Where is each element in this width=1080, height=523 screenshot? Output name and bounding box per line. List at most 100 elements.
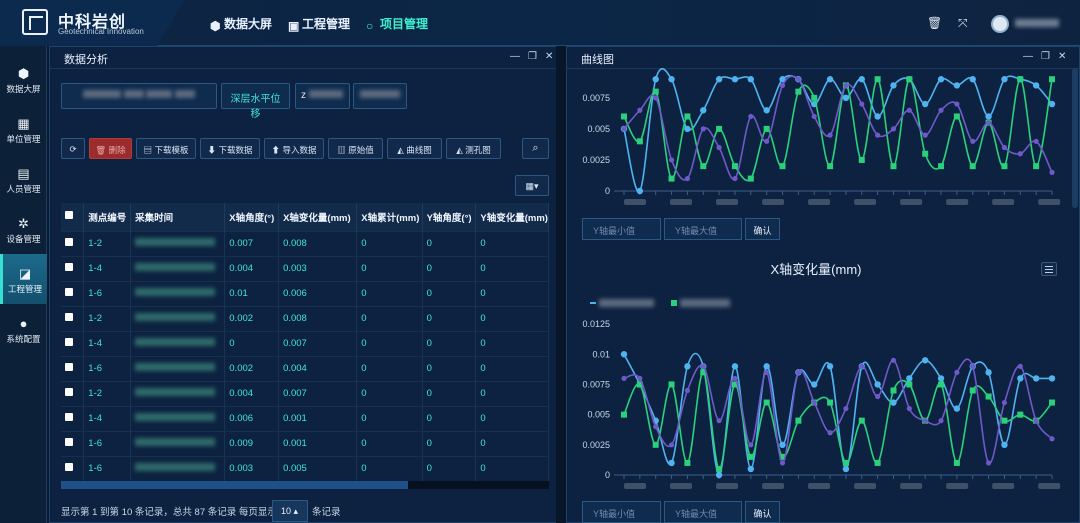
data-point (827, 163, 834, 170)
search-button[interactable]: ⌕ (522, 138, 549, 159)
horizontal-scrollbar[interactable] (61, 481, 549, 489)
row-checkbox[interactable] (61, 430, 85, 456)
data-point (938, 418, 944, 424)
point-select[interactable]: z (295, 83, 350, 109)
download-template-button[interactable]: ▤ 下载模板 (136, 138, 196, 159)
page-size-select[interactable]: 10 ▴ (272, 500, 308, 522)
trash-icon[interactable]: 🗑 (927, 16, 942, 30)
y-max-input-1[interactable]: Y轴最大值 (664, 218, 742, 240)
menu-icon[interactable] (1041, 262, 1057, 276)
hole-button[interactable]: ◭ 测孔图 (446, 138, 501, 159)
cell-value: 0.001 (278, 430, 358, 456)
vertical-scrollbar[interactable] (1072, 68, 1078, 208)
col-time[interactable]: 采集时间 (130, 203, 226, 231)
date-select[interactable] (353, 83, 407, 109)
sidebar-item-data-screen[interactable]: ⬢ 数据大屏 (0, 54, 47, 104)
minimize-icon[interactable]: — (510, 51, 520, 62)
logo: 中科岩创 Geotechnical Innovation (0, 0, 185, 46)
raw-values-button[interactable]: ▥ 原始值 (328, 138, 383, 159)
table-row[interactable]: 1-4 0.004 0.003 0 0 0 (61, 255, 549, 281)
refresh-button[interactable]: ⟳ (61, 138, 85, 159)
chart-legend[interactable] (590, 297, 731, 309)
nav-project[interactable]: ○ 项目管理 (366, 15, 428, 33)
row-checkbox[interactable] (61, 255, 85, 281)
table-row[interactable]: 1-2 0.004 0.007 0 0 0 (61, 380, 549, 406)
cell-value: 0 (422, 280, 477, 306)
avatar[interactable] (991, 15, 1009, 33)
data-point (1048, 100, 1056, 108)
sidebar-item-engineering[interactable]: ◪ 工程管理 (0, 254, 47, 304)
table-row[interactable]: 1-2 0.007 0.008 0 0 0 (61, 230, 549, 256)
minimize-icon[interactable]: — (1023, 51, 1033, 62)
table-row[interactable]: 1-6 0.01 0.006 0 0 0 (61, 280, 549, 306)
fullscreen-icon[interactable]: ⤧ (958, 16, 968, 31)
col-x-total[interactable]: X轴累计(mm) (356, 203, 423, 231)
sidebar-item-unit[interactable]: ▦ 单位管理 (0, 104, 47, 154)
cell-value: 0 (356, 380, 423, 406)
y-min-input-1[interactable]: Y轴最小值 (582, 218, 661, 240)
maximize-icon[interactable]: ❐ (1041, 51, 1050, 62)
confirm-button-2[interactable]: 确认 (745, 501, 780, 523)
scroll-thumb[interactable] (61, 481, 408, 489)
row-checkbox[interactable] (61, 230, 85, 256)
sidebar-item-personnel[interactable]: ▤ 人员管理 (0, 154, 47, 204)
row-checkbox[interactable] (61, 280, 85, 306)
nav-engineering[interactable]: ▣ 工程管理 (288, 15, 350, 33)
close-icon[interactable]: ✕ (545, 51, 553, 62)
row-checkbox[interactable] (61, 405, 85, 431)
col-y-change[interactable]: Y轴变化量(mm) (475, 203, 549, 231)
curve-button[interactable]: ◭ 曲线图 (387, 138, 442, 159)
table-row[interactable]: 1-4 0 0.007 0 0 0 (61, 330, 549, 356)
data-point (954, 101, 960, 107)
delete-button[interactable]: 🗑 删除 (89, 138, 132, 159)
confirm-button-1[interactable]: 确认 (745, 218, 780, 240)
table-row[interactable]: 1-4 0.006 0.001 0 0 0 (61, 405, 549, 431)
sidebar: ⬢ 数据大屏 ▦ 单位管理 ▤ 人员管理 ✲ 设备管理 ◪ 工程管理 ● 系统配置 (0, 46, 47, 523)
cell-value: 0 (475, 380, 549, 406)
col-x-angle[interactable]: X轴角度(°) (224, 203, 280, 231)
nav-data-screen[interactable]: ⬢ 数据大屏 (210, 15, 272, 33)
x-tick-label-blurred (624, 483, 646, 489)
col-y-angle[interactable]: Y轴角度(°) (422, 203, 477, 231)
data-point (652, 88, 659, 95)
row-checkbox[interactable] (61, 355, 85, 381)
data-point (1001, 76, 1008, 83)
top-bar: 中科岩创 Geotechnical Innovation ⬢ 数据大屏 ▣ 工程管理… (0, 0, 1080, 46)
col-point[interactable]: 测点编号 (83, 203, 132, 231)
y-min-input-2[interactable]: Y轴最小值 (582, 501, 661, 523)
y-tick-label: 0.0025 (582, 440, 610, 450)
data-point (859, 363, 865, 369)
table-row[interactable]: 1-6 0.002 0.004 0 0 0 (61, 355, 549, 381)
data-point (1032, 375, 1040, 382)
col-x-change[interactable]: X轴变化量(mm) (278, 203, 358, 231)
x-tick-label-blurred (1038, 483, 1061, 489)
table-row[interactable]: 1-6 0.009 0.001 0 0 0 (61, 430, 549, 456)
data-point (636, 138, 643, 145)
cell-time (130, 455, 226, 481)
data-point (874, 459, 881, 466)
maximize-icon[interactable]: ❐ (528, 51, 537, 62)
cell-value: 0.006 (224, 405, 280, 431)
columns-toggle-button[interactable]: ▦▾ (515, 175, 549, 196)
sidebar-item-system[interactable]: ● 系统配置 (0, 304, 47, 354)
row-checkbox[interactable] (61, 455, 85, 481)
data-point (826, 363, 834, 370)
select-all-checkbox[interactable] (61, 203, 85, 231)
table-row[interactable]: 1-2 0.002 0.008 0 0 0 (61, 305, 549, 331)
sidebar-item-device[interactable]: ✲ 设备管理 (0, 204, 47, 254)
import-data-button[interactable]: ⬆ 导入数据 (264, 138, 324, 159)
cell-value: 0 (475, 355, 549, 381)
close-icon[interactable]: ✕ (1058, 51, 1066, 62)
row-checkbox[interactable] (61, 380, 85, 406)
download-data-button[interactable]: ⬇ 下载数据 (200, 138, 260, 159)
type-select[interactable]: 深层水平位移 (221, 83, 290, 120)
row-checkbox[interactable] (61, 330, 85, 356)
table-row[interactable]: 1-6 0.003 0.005 0 0 0 (61, 455, 549, 481)
data-point (747, 453, 754, 460)
y-tick-label: 0.0075 (582, 379, 610, 389)
project-select[interactable] (61, 83, 217, 109)
data-point (700, 163, 707, 170)
row-checkbox[interactable] (61, 305, 85, 331)
data-table-wrap: 测点编号 采集时间 X轴角度(°) X轴变化量(mm) X轴累计(mm) Y轴角… (61, 203, 549, 481)
y-max-input-2[interactable]: Y轴最大值 (664, 501, 742, 523)
